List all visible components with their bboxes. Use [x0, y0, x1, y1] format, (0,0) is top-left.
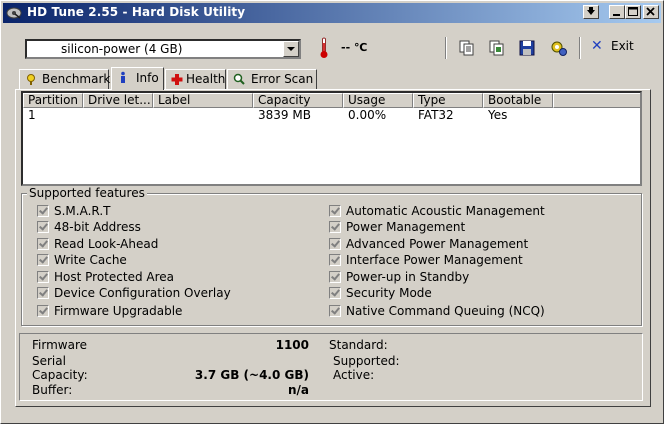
capacity-value: 3.7 GB (~4.0 GB)	[194, 368, 309, 382]
minimize-button[interactable]	[609, 5, 625, 19]
checkbox-checked	[329, 205, 341, 217]
tab-benchmark[interactable]: Benchmark	[19, 69, 111, 89]
help-button[interactable]	[583, 5, 599, 19]
supported-features-title: Supported features	[27, 186, 147, 200]
temperature-readout: -- ℃	[341, 41, 368, 54]
close-button[interactable]	[643, 5, 659, 19]
maximize-icon	[628, 7, 638, 16]
tab-health-label: Health	[186, 72, 226, 86]
cell-bootable: Yes	[488, 108, 508, 122]
column-header-partition[interactable]: Partition	[23, 93, 83, 108]
checkbox-checked	[329, 254, 341, 266]
checkbox-checked	[329, 271, 341, 283]
tab-info-label: Info	[136, 71, 159, 85]
drive-select-value: silicon-power (4 GB)	[61, 42, 183, 56]
close-icon	[646, 7, 655, 16]
column-header-bootable[interactable]: Bootable	[483, 93, 553, 108]
serial-label: Serial	[32, 354, 66, 368]
column-header-empty	[553, 93, 640, 108]
checkbox-checked	[37, 305, 49, 317]
checkbox-checked	[37, 221, 49, 233]
standard-label: Standard:	[329, 338, 388, 352]
error-scan-icon	[233, 73, 245, 85]
toolbar-divider	[445, 37, 447, 59]
column-header-drive-letter[interactable]: Drive let...	[83, 93, 153, 108]
checkbox-checked	[37, 205, 49, 217]
cell-type: FAT32	[418, 108, 454, 122]
checkbox-checked	[329, 305, 341, 317]
cell-capacity: 3839 MB	[258, 108, 311, 122]
active-label: Active:	[333, 368, 375, 382]
health-icon	[171, 74, 183, 85]
checkbox-checked	[37, 287, 49, 299]
drive-select[interactable]: silicon-power (4 GB)	[25, 39, 301, 59]
window-title: HD Tune 2.55 - Hard Disk Utility	[27, 5, 246, 19]
firmware-value: 1100	[275, 338, 309, 352]
copy-screenshot-icon[interactable]	[487, 38, 507, 58]
column-header-type[interactable]: Type	[413, 93, 483, 108]
checkbox-checked	[329, 238, 341, 250]
options-icon[interactable]	[549, 38, 569, 58]
chevron-down-icon[interactable]	[283, 41, 299, 57]
checkbox-checked	[329, 287, 341, 299]
app-window: HD Tune 2.55 - Hard Disk Utility silicon…	[0, 0, 664, 424]
maximize-button[interactable]	[625, 5, 641, 19]
cell-usage: 0.00%	[348, 108, 387, 122]
save-icon[interactable]	[517, 38, 537, 58]
checkbox-checked	[329, 221, 341, 233]
thermometer-icon	[320, 37, 328, 58]
buffer-label: Buffer:	[32, 383, 73, 397]
benchmark-icon	[27, 74, 35, 85]
column-header-capacity[interactable]: Capacity	[253, 93, 343, 108]
toolbar-divider	[579, 37, 581, 59]
close-x-icon: ✕	[591, 38, 603, 54]
tab-health[interactable]: Health	[165, 69, 226, 89]
checkbox-checked	[37, 238, 49, 250]
copy-text-icon[interactable]	[457, 38, 477, 58]
hdtune-app-icon	[6, 7, 22, 19]
tab-error-scan-label: Error Scan	[251, 72, 314, 86]
column-header-usage[interactable]: Usage	[343, 93, 413, 108]
info-icon	[121, 71, 125, 83]
column-header-label[interactable]: Label	[153, 93, 253, 108]
partition-table[interactable]: Partition Drive let... Label Capacity Us…	[21, 91, 642, 186]
checkbox-checked	[37, 254, 49, 266]
checkbox-checked	[37, 271, 49, 283]
title-bar[interactable]: HD Tune 2.55 - Hard Disk Utility	[3, 3, 661, 23]
tab-info[interactable]: Info	[111, 67, 164, 90]
exit-button-label: Exit	[611, 39, 634, 53]
down-arrow-icon	[587, 7, 595, 15]
capacity-label: Capacity:	[32, 368, 88, 382]
minimize-icon	[613, 14, 620, 16]
tab-error-scan[interactable]: Error Scan	[227, 69, 317, 89]
tab-benchmark-label: Benchmark	[42, 72, 111, 86]
supported-label: Supported:	[333, 354, 400, 368]
firmware-label: Firmware	[32, 338, 87, 352]
cell-partition: 1	[28, 108, 36, 122]
buffer-value: n/a	[287, 383, 309, 397]
